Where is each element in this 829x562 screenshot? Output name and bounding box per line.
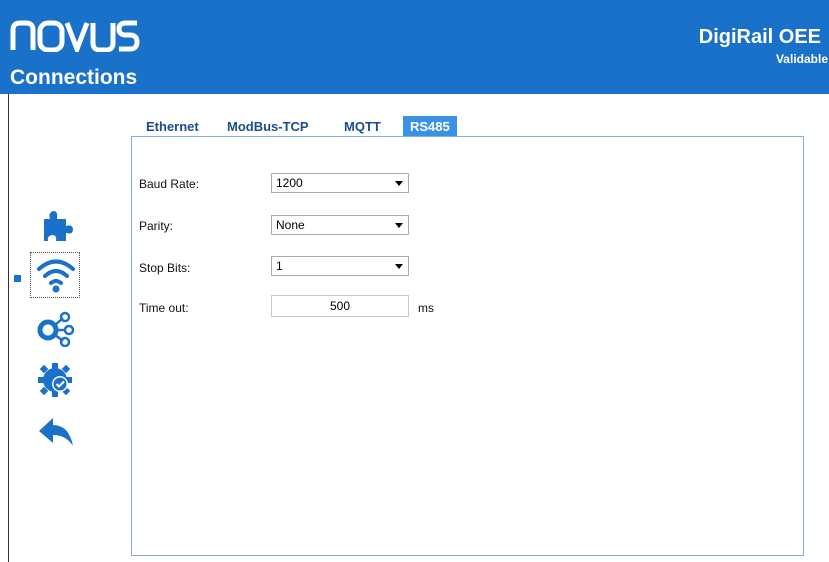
wifi-icon <box>37 259 75 293</box>
baud-rate-select[interactable]: 1200 <box>271 173 409 193</box>
stop-bits-select[interactable]: 1 <box>271 256 409 276</box>
sidebar-item-connections[interactable] <box>33 255 79 295</box>
header-bar: Connections DigiRail OEE Validable <box>0 0 829 94</box>
timeout-unit: ms <box>418 301 434 315</box>
tab-rs485[interactable]: RS485 <box>403 116 457 136</box>
tab-mqtt[interactable]: MQTT <box>344 116 381 136</box>
stop-bits-value: 1 <box>276 259 283 273</box>
sidebar-item-network[interactable] <box>33 308 79 348</box>
dropdown-arrow-icon <box>395 264 403 269</box>
puzzle-icon <box>44 211 73 241</box>
parity-label: Parity: <box>139 219 174 233</box>
baud-rate-label: Baud Rate: <box>139 177 200 191</box>
timeout-label: Time out: <box>139 301 189 315</box>
dropdown-arrow-icon <box>395 181 403 186</box>
baud-rate-value: 1200 <box>276 176 303 190</box>
timeout-input[interactable]: 500 <box>271 295 409 317</box>
rs485-settings-panel: Baud Rate: 1200 Parity: None Stop Bits: … <box>131 136 804 556</box>
product-subtitle: Validable <box>775 52 828 66</box>
tab-ethernet[interactable]: Ethernet <box>146 116 199 136</box>
stop-bits-label: Stop Bits: <box>139 261 191 275</box>
parity-select[interactable]: None <box>271 215 409 235</box>
selection-indicator <box>14 275 21 282</box>
sidebar-item-back[interactable] <box>33 412 79 452</box>
sidebar-item-modules[interactable] <box>33 204 79 244</box>
dropdown-arrow-icon <box>395 223 403 228</box>
parity-value: None <box>276 218 305 232</box>
window-left-border <box>8 94 9 562</box>
back-arrow-icon <box>39 418 73 446</box>
network-nodes-icon <box>37 311 75 347</box>
sidebar-item-settings[interactable] <box>33 360 79 400</box>
gear-check-icon <box>38 363 72 397</box>
novus-logo <box>10 18 140 52</box>
product-name: DigiRail OEE <box>698 26 821 48</box>
novus-logo-icon <box>10 20 140 52</box>
tab-modbus-tcp[interactable]: ModBus-TCP <box>227 116 309 136</box>
page-title: Connections <box>10 66 138 89</box>
